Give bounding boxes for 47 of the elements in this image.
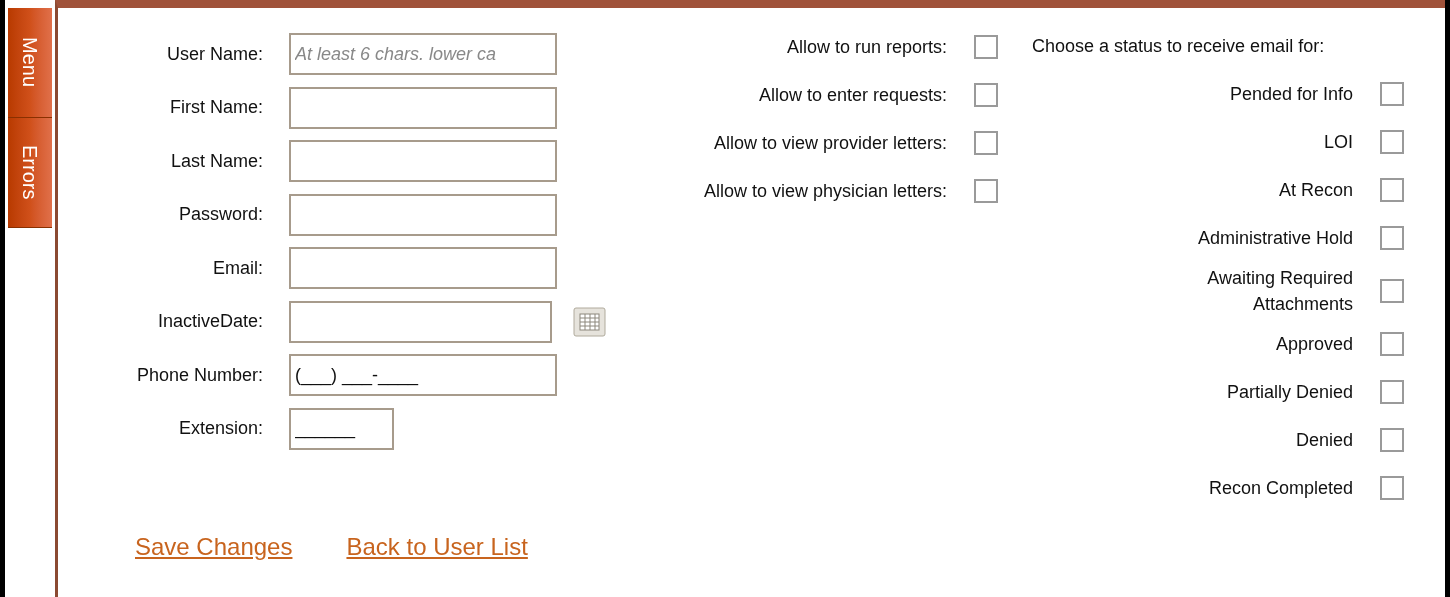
input-field[interactable] <box>289 247 557 289</box>
field-label: First Name: <box>169 96 263 119</box>
status-label: LOI <box>1323 131 1353 154</box>
checkbox[interactable] <box>1380 380 1404 404</box>
field-label: Password: <box>177 203 263 226</box>
checkbox[interactable] <box>974 35 998 59</box>
checkbox[interactable] <box>1380 226 1404 250</box>
checkbox[interactable] <box>1380 332 1404 356</box>
permission-label: Allow to enter requests: <box>758 83 947 107</box>
date-field[interactable] <box>289 300 552 343</box>
checkbox[interactable] <box>1380 178 1404 202</box>
status-label: At Recon <box>1277 179 1353 202</box>
input-field[interactable] <box>289 86 557 129</box>
input-field[interactable] <box>289 140 557 182</box>
field-label: InactiveDate: <box>156 310 263 333</box>
section-heading: Choose a status to receive email for: <box>1032 34 1325 58</box>
status-label: Awaiting Required Attachments <box>1206 267 1353 316</box>
permission-label: Allow to view physician letters: <box>703 179 947 203</box>
checkbox[interactable] <box>974 83 998 107</box>
checkbox[interactable] <box>1380 130 1404 154</box>
checkbox[interactable] <box>1380 476 1404 500</box>
field-label: Extension: <box>177 417 263 440</box>
field-label: Phone Number: <box>135 363 263 387</box>
checkbox[interactable] <box>974 131 998 155</box>
permission-label: Allow to view provider letters: <box>713 131 947 155</box>
status-label: Administrative Hold <box>1196 227 1353 250</box>
checkbox[interactable] <box>1380 279 1404 303</box>
status-label: Partially Denied <box>1225 381 1353 404</box>
status-label: Recon Completed <box>1207 477 1353 500</box>
field-label: Email: <box>212 256 263 280</box>
side-tab[interactable]: Errors <box>8 118 52 228</box>
checkbox[interactable] <box>1380 82 1404 106</box>
checkbox[interactable] <box>1380 428 1404 452</box>
link[interactable]: Save Changes <box>135 528 293 565</box>
input-field[interactable]: (___) ___-____ <box>289 354 557 396</box>
input-field[interactable]: ______ <box>289 407 394 450</box>
side-tab[interactable]: Menu <box>8 8 52 118</box>
calendar-icon[interactable] <box>573 306 606 337</box>
field-label: User Name: <box>165 42 263 66</box>
link[interactable]: Back to User List <box>346 528 528 565</box>
status-label: Pended for Info <box>1228 83 1353 106</box>
field-label: Last Name: <box>169 149 263 173</box>
status-label: Denied <box>1294 429 1353 452</box>
permission-label: Allow to run reports: <box>786 35 947 59</box>
status-label: Approved <box>1274 333 1353 356</box>
checkbox[interactable] <box>974 179 998 203</box>
input-field[interactable] <box>289 193 557 236</box>
